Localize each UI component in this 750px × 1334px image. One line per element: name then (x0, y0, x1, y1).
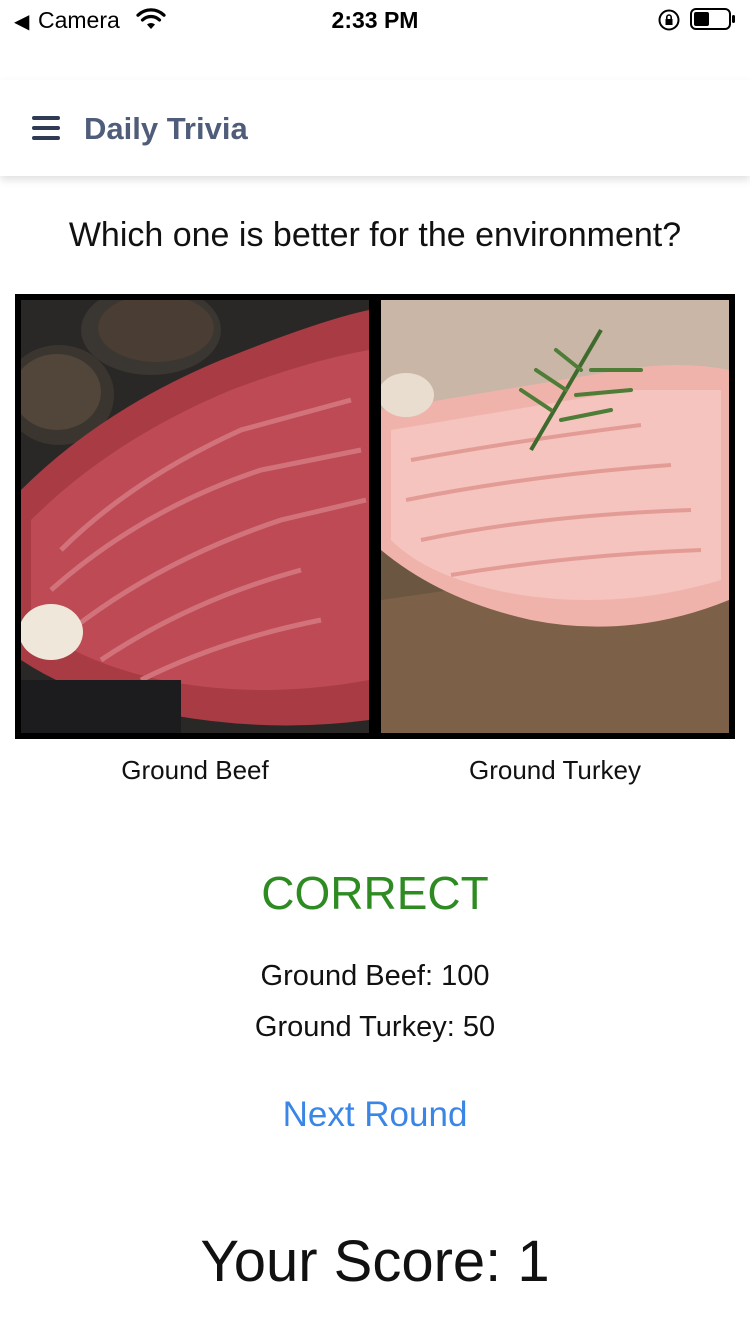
next-round-button[interactable]: Next Round (0, 1095, 750, 1135)
choice-label-beef: Ground Beef (121, 755, 269, 785)
your-score: Your Score: 1 (200, 1229, 550, 1294)
score-turkey: Ground Turkey: 50 (254, 1011, 496, 1043)
choices-frame (15, 294, 735, 739)
orientation-lock-icon (658, 9, 680, 31)
app-title: Daily Trivia (84, 111, 248, 146)
battery-icon (690, 8, 735, 30)
status-time: 2:33 PM (331, 7, 419, 33)
question-text: Which one is better for the environment? (68, 216, 682, 254)
result-text: CORRECT (261, 867, 489, 919)
ground-turkey-image[interactable] (381, 300, 729, 733)
score-beef: Ground Beef: 100 (260, 960, 490, 992)
hamburger-icon[interactable] (32, 116, 60, 140)
app-header: Daily Trivia (0, 80, 750, 176)
choice-label-turkey: Ground Turkey (469, 755, 641, 785)
status-bar: ◀ Camera 2:33 PM (0, 0, 750, 44)
ground-beef-image[interactable] (21, 300, 369, 733)
